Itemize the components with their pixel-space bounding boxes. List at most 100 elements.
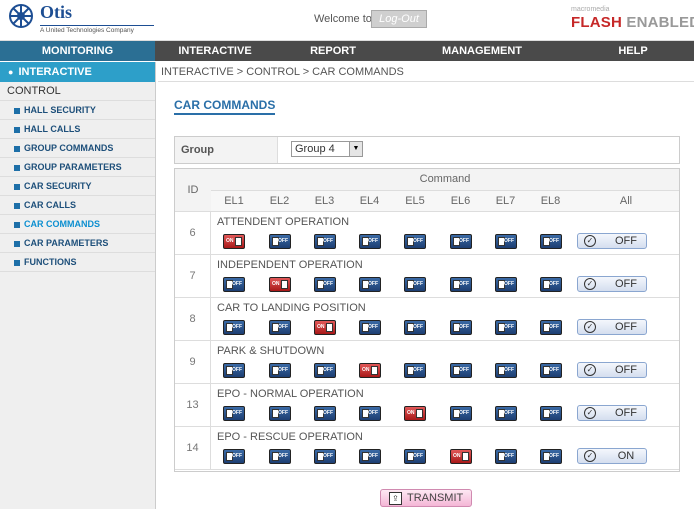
toggle-switch-el2[interactable]: OFF [269, 449, 291, 464]
toggle-switch-el2[interactable]: OFF [269, 406, 291, 421]
otis-logo-icon [9, 4, 33, 28]
switch-state-text: OFF [504, 453, 514, 459]
sidebar-item-group-commands[interactable]: GROUP COMMANDS [0, 139, 155, 158]
toggle-switch-el4[interactable]: ON [359, 363, 381, 378]
sidebar-item-functions[interactable]: FUNCTIONS [0, 253, 155, 272]
toggle-switch-el7[interactable]: OFF [495, 277, 517, 292]
toggle-switch-el1[interactable]: OFF [223, 363, 245, 378]
nav-help[interactable]: HELP [572, 41, 694, 61]
switch-state-text: OFF [232, 324, 242, 330]
toggle-switch-el8[interactable]: OFF [540, 363, 562, 378]
toggle-switch-el3[interactable]: OFF [314, 363, 336, 378]
all-toggle-button[interactable]: ✓ ON [577, 448, 647, 464]
toggle-switch-el1[interactable]: OFF [223, 449, 245, 464]
toggle-switch-el3[interactable]: OFF [314, 406, 336, 421]
toggle-switch-el6[interactable]: ON [450, 449, 472, 464]
toggle-switch-el6[interactable]: OFF [450, 277, 472, 292]
toggle-switch-el7[interactable]: OFF [495, 234, 517, 249]
column-header-el4: EL4 [347, 191, 392, 212]
nav-monitoring[interactable]: MONITORING [0, 41, 155, 61]
column-header-el8: EL8 [528, 191, 573, 212]
toggle-switch-el8[interactable]: OFF [540, 406, 562, 421]
toggle-switch-el1[interactable]: OFF [223, 406, 245, 421]
flash-brand: macromedia [571, 6, 610, 13]
all-toggle-button[interactable]: ✓ OFF [577, 319, 647, 335]
toggle-switch-el3[interactable]: ON [314, 320, 336, 335]
toggle-switch-el5[interactable]: OFF [404, 277, 426, 292]
all-toggle-button[interactable]: ✓ OFF [577, 276, 647, 292]
switch-state-text: OFF [504, 281, 514, 287]
toggle-switch-el5[interactable]: OFF [404, 449, 426, 464]
toggle-switch-el8[interactable]: OFF [540, 449, 562, 464]
toggle-switch-el6[interactable]: OFF [450, 406, 472, 421]
toggle-switch-el4[interactable]: OFF [359, 449, 381, 464]
nav-report[interactable]: REPORT [274, 41, 392, 61]
sidebar-item-hall-calls[interactable]: HALL CALLS [0, 120, 155, 139]
nav-management[interactable]: MANAGEMENT [392, 41, 572, 61]
group-select[interactable]: Group 4 ▼ [291, 141, 363, 157]
toggle-switch-el2[interactable]: OFF [269, 363, 291, 378]
sidebar-item-label: FUNCTIONS [24, 257, 77, 267]
transmit-button[interactable]: ⇪ TRANSMIT [380, 489, 472, 507]
check-icon: ✓ [584, 321, 596, 333]
id-column-header: ID [175, 169, 212, 212]
sidebar-item-car-calls[interactable]: CAR CALLS [0, 196, 155, 215]
toggle-switch-el2[interactable]: ON [269, 277, 291, 292]
toggle-switch-el1[interactable]: OFF [223, 277, 245, 292]
sidebar-item-car-commands[interactable]: CAR COMMANDS [0, 215, 155, 234]
toggle-switch-el8[interactable]: OFF [540, 277, 562, 292]
toggle-switch-el5[interactable]: OFF [404, 363, 426, 378]
toggle-switch-el3[interactable]: OFF [314, 234, 336, 249]
nav-interactive[interactable]: INTERACTIVE [156, 41, 274, 61]
toggle-switch-el8[interactable]: OFF [540, 234, 562, 249]
sidebar-item-group-parameters[interactable]: GROUP PARAMETERS [0, 158, 155, 177]
toggle-switch-el2[interactable]: OFF [269, 320, 291, 335]
toggle-switch-el1[interactable]: OFF [223, 320, 245, 335]
toggle-switch-el4[interactable]: OFF [359, 277, 381, 292]
toggle-switch-el4[interactable]: OFF [359, 234, 381, 249]
row-divider [211, 340, 679, 341]
toggle-switch-el7[interactable]: OFF [495, 320, 517, 335]
chevron-down-icon[interactable]: ▼ [349, 142, 362, 156]
toggle-switch-el4[interactable]: OFF [359, 406, 381, 421]
switch-state-text: OFF [232, 281, 242, 287]
sidebar-item-car-parameters[interactable]: CAR PARAMETERS [0, 234, 155, 253]
sidebar-header[interactable]: ● INTERACTIVE [0, 62, 155, 82]
switch-state-text: OFF [368, 281, 378, 287]
sidebar-section-control[interactable]: CONTROL [0, 82, 155, 101]
all-toggle-button[interactable]: ✓ OFF [577, 233, 647, 249]
switch-state-text: OFF [504, 324, 514, 330]
check-icon: ✓ [584, 407, 596, 419]
switch-knob-icon [281, 280, 288, 289]
toggle-switch-el6[interactable]: OFF [450, 234, 472, 249]
all-toggle-button[interactable]: ✓ OFF [577, 362, 647, 378]
column-header-el6: EL6 [438, 191, 483, 212]
toggle-switch-el2[interactable]: OFF [269, 234, 291, 249]
switch-state-text: OFF [549, 238, 559, 244]
switch-state-text: OFF [549, 367, 559, 373]
switch-state-text: OFF [413, 453, 423, 459]
toggle-switch-el8[interactable]: OFF [540, 320, 562, 335]
square-bullet-icon [14, 107, 20, 114]
all-toggle-button[interactable]: ✓ OFF [577, 405, 647, 421]
toggle-switch-el3[interactable]: OFF [314, 277, 336, 292]
toggle-switch-el4[interactable]: OFF [359, 320, 381, 335]
otis-logo[interactable]: Otis A United Technologies Company [8, 2, 154, 37]
sidebar-item-car-security[interactable]: CAR SECURITY [0, 177, 155, 196]
toggle-switch-el3[interactable]: OFF [314, 449, 336, 464]
toggle-switch-el7[interactable]: OFF [495, 363, 517, 378]
check-icon: ✓ [584, 235, 596, 247]
toggle-switch-el5[interactable]: OFF [404, 234, 426, 249]
all-toggle-label: OFF [615, 364, 637, 376]
toggle-switch-el5[interactable]: OFF [404, 320, 426, 335]
row-id: 13 [175, 384, 211, 427]
toggle-switch-el6[interactable]: OFF [450, 320, 472, 335]
toggle-switch-el7[interactable]: OFF [495, 449, 517, 464]
switch-state-text: OFF [368, 238, 378, 244]
toggle-switch-el5[interactable]: ON [404, 406, 426, 421]
toggle-switch-el7[interactable]: OFF [495, 406, 517, 421]
sidebar-item-hall-security[interactable]: HALL SECURITY [0, 101, 155, 120]
toggle-switch-el6[interactable]: OFF [450, 363, 472, 378]
toggle-switch-el1[interactable]: ON [223, 234, 245, 249]
logout-button[interactable]: Log-Out [371, 10, 427, 28]
